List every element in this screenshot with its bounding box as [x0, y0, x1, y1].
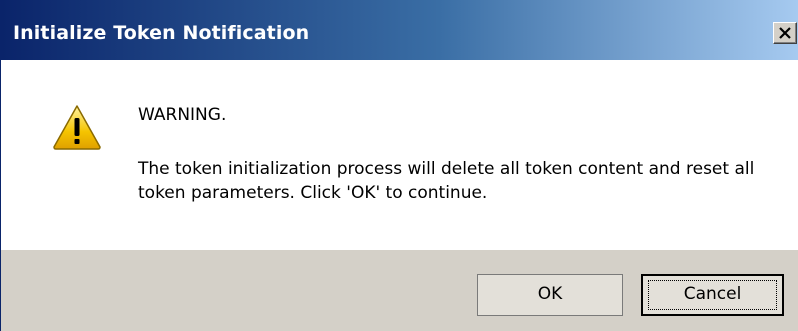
ok-button-label: OK [537, 284, 563, 304]
warning-icon [53, 105, 101, 150]
message-area: WARNING. The token initialization proces… [1, 60, 798, 250]
cancel-button[interactable]: Cancel [641, 274, 784, 316]
warning-heading: WARNING. [138, 105, 227, 125]
ok-button[interactable]: OK [477, 274, 623, 316]
close-button[interactable] [773, 22, 797, 44]
close-icon [779, 27, 791, 39]
window-title: Initialize Token Notification [13, 22, 310, 44]
cancel-button-label: Cancel [683, 284, 742, 304]
dialog-window: Initialize Token Notification WARNING. T… [0, 0, 798, 331]
title-bar[interactable]: Initialize Token Notification [1, 0, 798, 60]
button-bar: OK Cancel [1, 250, 798, 331]
warning-message: The token initialization process will de… [138, 159, 755, 203]
